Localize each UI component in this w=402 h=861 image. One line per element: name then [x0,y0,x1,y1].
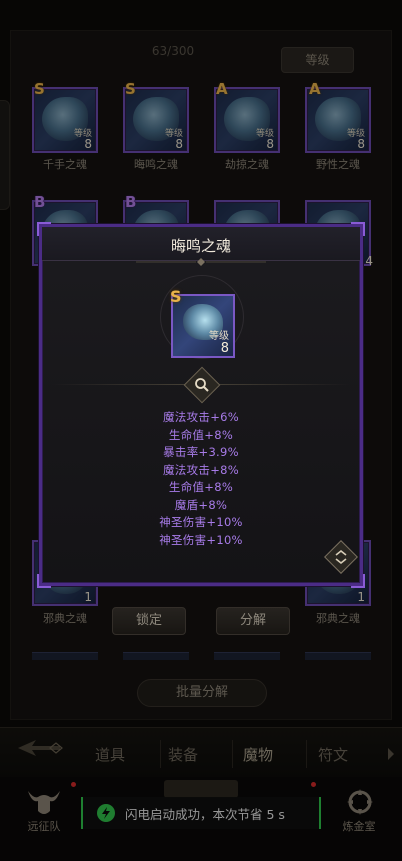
stat-line: 生命值+8% [168,427,234,442]
stat-line: 神圣伤害+10% [159,532,243,547]
stat-line: 暴击率+3.9% [163,445,239,459]
corner-ornament [351,574,365,588]
modal-title: 晦鸣之魂 [170,237,231,255]
stat-line: 魔盾+8% [174,497,228,512]
corner-ornament [351,222,365,236]
corner-ornament [37,574,51,588]
level-label: 等级 [209,331,229,342]
stat-line: 魔法攻击+8% [163,462,239,477]
stat-list: 魔法攻击+6% 生命值+8% 暴击率+3.9% 魔法攻击+8% 生命值+8% 魔… [42,409,360,549]
stat-line: 魔法攻击+6% [163,410,239,424]
soul-detail-modal: 晦鸣之魂 等级 8 S 魔法攻击+6% 生命值+8% 暴击率+3.9% 魔法攻击… [39,224,363,586]
stat-line: 神圣伤害+10% [159,515,243,529]
corner-ornament [37,222,51,236]
grade-badge: S [170,287,182,306]
level-value: 8 [220,341,229,356]
magnifier-icon[interactable] [193,376,211,394]
expand-icon[interactable] [332,548,350,566]
stat-line: 生命值+8% [168,480,234,494]
header-ornament [136,258,266,266]
